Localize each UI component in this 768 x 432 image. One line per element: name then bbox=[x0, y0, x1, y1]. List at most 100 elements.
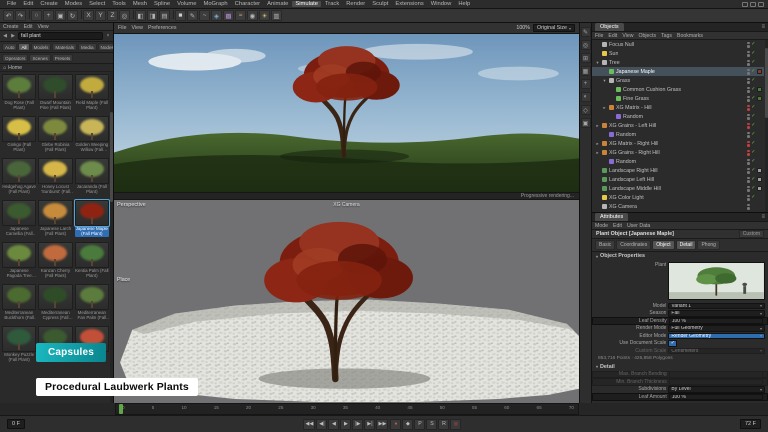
move-tool-icon[interactable]: + bbox=[43, 10, 54, 21]
redo-icon[interactable]: ↷ bbox=[15, 10, 26, 21]
camera-icon[interactable]: ◉ bbox=[247, 10, 258, 21]
Dog Rose (Fall Plant)[interactable]: Dog Rose (Fall Plant) bbox=[2, 74, 36, 114]
material-tag[interactable] bbox=[757, 69, 762, 74]
axis-modify-icon[interactable]: + bbox=[581, 79, 591, 89]
Monkey Puzzle (Fall Plant)[interactable]: Monkey Puzzle (Fall Plant) bbox=[2, 326, 36, 366]
Kanzan Cherry (Fall Plant)[interactable]: Kanzan Cherry (Fall Plant) bbox=[38, 242, 72, 282]
Ginkgo (Fall Plant)[interactable]: Ginkgo (Fall Plant) bbox=[2, 116, 36, 156]
filter-chip[interactable]: Operators bbox=[2, 54, 28, 62]
property-value[interactable]: 100 % bbox=[669, 318, 763, 325]
object-row[interactable]: Fine Grass bbox=[592, 94, 764, 103]
axis-x-lock-icon[interactable]: X bbox=[83, 10, 94, 21]
render-view-menu-item[interactable]: File bbox=[118, 25, 127, 31]
filter-chip[interactable]: Auto bbox=[2, 43, 17, 51]
material-tag[interactable] bbox=[757, 186, 762, 191]
object-menu-item[interactable]: Bookmarks bbox=[677, 33, 703, 39]
Japanese Pagoda Tree (Fall Plant)[interactable]: Japanese Pagoda Tree (Fall Plant) bbox=[2, 242, 36, 282]
plant-preview-thumbnail[interactable] bbox=[668, 262, 765, 300]
menu-item[interactable]: File bbox=[4, 1, 19, 7]
asset-menu-item[interactable]: View bbox=[38, 24, 49, 30]
pen-spline-icon[interactable]: ✎ bbox=[187, 10, 198, 21]
zoom-level[interactable]: 100% bbox=[516, 25, 530, 31]
menu-item[interactable]: Edit bbox=[20, 1, 36, 7]
panel-menu-icon[interactable]: ≡ bbox=[761, 24, 765, 30]
scale-tool-icon[interactable]: ▣ bbox=[55, 10, 66, 21]
render-picture-viewer-icon[interactable]: ◨ bbox=[147, 10, 158, 21]
expand-arrow-icon[interactable]: ▸ bbox=[602, 105, 607, 111]
attribute-tab[interactable]: Object bbox=[652, 240, 674, 250]
menu-item[interactable]: Spline bbox=[151, 1, 173, 7]
attribute-tab[interactable]: Coordinates bbox=[616, 240, 651, 250]
object-row[interactable]: Landscape Left Hill bbox=[592, 175, 764, 184]
object-menu-item[interactable]: View bbox=[622, 33, 633, 39]
editor-visibility-dot[interactable] bbox=[747, 195, 750, 198]
viewport-camera-menu[interactable]: Perspective bbox=[117, 202, 146, 208]
enabled-checkmark[interactable] bbox=[751, 78, 755, 83]
menu-item[interactable]: Simulate bbox=[292, 1, 321, 7]
filter-chip[interactable]: Models bbox=[31, 43, 52, 51]
menu-item[interactable]: Modes bbox=[62, 1, 85, 7]
object-row[interactable]: Sun bbox=[592, 49, 764, 58]
material-tag[interactable] bbox=[757, 96, 762, 101]
object-menu-item[interactable]: Edit bbox=[608, 33, 617, 39]
render-visibility-dot[interactable] bbox=[747, 198, 750, 201]
editor-visibility-dot[interactable] bbox=[747, 204, 750, 207]
render-visibility-dot[interactable] bbox=[747, 135, 750, 138]
menu-item[interactable]: Sculpt bbox=[369, 1, 391, 7]
object-row[interactable]: ▾ Grass bbox=[592, 76, 764, 85]
object-menu-item[interactable]: Tags bbox=[661, 33, 672, 39]
autokey-button[interactable]: ◎ bbox=[450, 419, 461, 430]
enabled-checkmark[interactable] bbox=[751, 150, 755, 155]
end-frame-field[interactable]: 72 F bbox=[740, 419, 761, 429]
panel-menu-icon[interactable]: ≡ bbox=[761, 214, 765, 220]
Hedgehog Agave (Fall Plant)[interactable]: Hedgehog Agave (Fall Plant) bbox=[2, 158, 36, 198]
render-visibility-dot[interactable] bbox=[747, 144, 750, 147]
enabled-checkmark[interactable] bbox=[751, 51, 755, 56]
material-tag[interactable] bbox=[757, 87, 762, 92]
editor-visibility-dot[interactable] bbox=[747, 51, 750, 54]
Jacaranda (Fall Plant)[interactable]: Jacaranda (Fall Plant) bbox=[75, 158, 109, 198]
object-menu-item[interactable]: File bbox=[595, 33, 603, 39]
menu-item[interactable]: Tools bbox=[109, 1, 129, 7]
enabled-checkmark[interactable] bbox=[751, 69, 755, 74]
render-visibility-dot[interactable] bbox=[747, 189, 750, 192]
object-menu-item[interactable]: Objects bbox=[638, 33, 656, 39]
editor-visibility-dot[interactable] bbox=[747, 60, 750, 63]
menu-item[interactable]: Render bbox=[343, 1, 368, 7]
editor-visibility-dot[interactable] bbox=[747, 78, 750, 81]
enabled-checkmark[interactable] bbox=[751, 60, 755, 65]
attribute-menu-item[interactable]: User Data bbox=[627, 223, 650, 229]
render-visibility-dot[interactable] bbox=[747, 153, 750, 156]
size-mode-dropdown[interactable]: Original Size bbox=[533, 24, 575, 32]
toolbar-separator[interactable] bbox=[131, 10, 134, 19]
menu-item[interactable]: Create bbox=[37, 1, 60, 7]
menu-item[interactable]: Volume bbox=[174, 1, 199, 7]
clear-search-icon[interactable]: × bbox=[105, 33, 111, 39]
record-position-button[interactable]: P bbox=[414, 419, 425, 430]
enabled-checkmark[interactable] bbox=[751, 123, 755, 128]
filter-chip[interactable]: Presets bbox=[52, 54, 74, 62]
Field Maple (Fall Plant)[interactable]: Field Maple (Fall Plant) bbox=[75, 74, 109, 114]
editor-visibility-dot[interactable] bbox=[747, 87, 750, 90]
magnet-icon[interactable]: ◐ bbox=[581, 92, 591, 102]
render-visibility-dot[interactable] bbox=[747, 45, 750, 48]
material-tag[interactable] bbox=[757, 177, 762, 182]
Honey Locust 'Sunburst' (Fall Plant)[interactable]: Honey Locust 'Sunburst' (Fall Plant) bbox=[38, 158, 72, 198]
enabled-checkmark[interactable] bbox=[751, 105, 755, 110]
menu-item[interactable]: Extensions bbox=[392, 1, 426, 7]
menu-item[interactable]: MoGraph bbox=[200, 1, 230, 7]
attribute-tab[interactable]: Detail bbox=[676, 240, 697, 250]
goto-start-button[interactable]: ◀◀ bbox=[303, 419, 315, 430]
object-row[interactable]: ▸ XG Grains - Right Hill bbox=[592, 148, 764, 157]
object-row[interactable]: ▾ Tree bbox=[592, 58, 764, 67]
render-visibility-dot[interactable] bbox=[747, 54, 750, 57]
filter-chip[interactable]: Media bbox=[78, 43, 97, 51]
simulate-icon[interactable]: ≈ bbox=[235, 10, 246, 21]
preset-button[interactable]: Custom bbox=[739, 230, 764, 238]
tab-attributes[interactable]: Attributes bbox=[595, 213, 628, 221]
render-visibility-dot[interactable] bbox=[747, 117, 750, 120]
property-value[interactable] bbox=[669, 371, 763, 378]
render-visibility-dot[interactable] bbox=[747, 180, 750, 183]
prev-frame-button[interactable]: ◀ bbox=[328, 419, 339, 430]
expand-arrow-icon[interactable]: ▸ bbox=[595, 150, 600, 156]
